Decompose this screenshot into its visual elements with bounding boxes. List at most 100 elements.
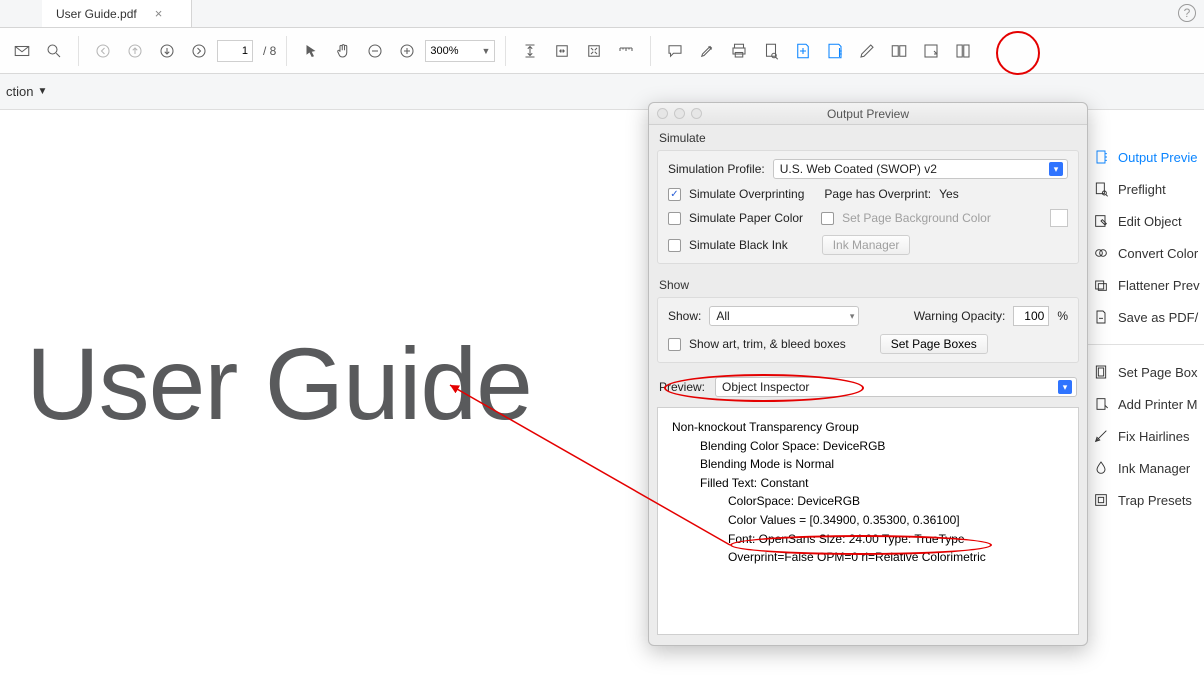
window-controls[interactable] bbox=[657, 108, 702, 119]
tab-title: User Guide.pdf bbox=[56, 7, 137, 21]
trap-presets-icon bbox=[1092, 491, 1110, 509]
page-heading: User Guide bbox=[26, 326, 532, 443]
preflight-icon bbox=[1092, 180, 1110, 198]
tool-preflight[interactable]: Preflight bbox=[1092, 180, 1204, 198]
fit-height-icon[interactable] bbox=[516, 37, 544, 65]
sim-paper-checkbox[interactable] bbox=[668, 212, 681, 225]
sim-paper-label: Simulate Paper Color bbox=[689, 211, 803, 225]
inspector-line: Blending Mode is Normal bbox=[672, 455, 1064, 474]
tool-edit-object[interactable]: Edit Object bbox=[1092, 212, 1204, 230]
fit-width-icon[interactable] bbox=[548, 37, 576, 65]
zoom-out-icon[interactable] bbox=[361, 37, 389, 65]
page-number-input[interactable] bbox=[217, 40, 253, 62]
sim-profile-label: Simulation Profile: bbox=[668, 162, 765, 176]
simulate-heading: Simulate bbox=[649, 125, 1087, 147]
warning-unit: % bbox=[1057, 309, 1068, 323]
print-icon[interactable] bbox=[725, 37, 753, 65]
warning-opacity-input[interactable] bbox=[1013, 306, 1049, 326]
inspector-line: Overprint=False OPM=0 ri=Relative Colori… bbox=[672, 548, 1064, 567]
inspector-line: Non-knockout Transparency Group bbox=[672, 418, 1064, 437]
tool-trap-presets[interactable]: Trap Presets bbox=[1092, 491, 1204, 509]
ink-manager-icon bbox=[1092, 459, 1110, 477]
export-icon[interactable] bbox=[917, 37, 945, 65]
simulate-group: Simulation Profile: U.S. Web Coated (SWO… bbox=[657, 150, 1079, 264]
envelope-icon[interactable] bbox=[8, 37, 36, 65]
output-preview-panel: Output Preview Simulate Simulation Profi… bbox=[648, 102, 1088, 646]
page-count: / 8 bbox=[263, 44, 276, 58]
sim-black-checkbox[interactable] bbox=[668, 239, 681, 252]
compare-icon[interactable] bbox=[885, 37, 913, 65]
panel-titlebar[interactable]: Output Preview bbox=[649, 103, 1087, 125]
document-tab[interactable]: User Guide.pdf × bbox=[42, 0, 192, 27]
right-tools-list: Output Previe Preflight Edit Object Conv… bbox=[1092, 148, 1204, 509]
set-bg-checkbox bbox=[821, 212, 834, 225]
tool-add-printer-marks[interactable]: Add Printer M bbox=[1092, 395, 1204, 413]
tool-convert-colors[interactable]: Convert Color bbox=[1092, 244, 1204, 262]
tool-output-preview[interactable]: Output Previe bbox=[1092, 148, 1204, 166]
panel-title: Output Preview bbox=[827, 107, 909, 121]
comment-icon[interactable] bbox=[661, 37, 689, 65]
first-page-icon[interactable] bbox=[89, 37, 117, 65]
highlight-icon[interactable] bbox=[693, 37, 721, 65]
document-viewport: User Guide Output Previe Preflight Edit … bbox=[0, 110, 1204, 679]
page-boxes-icon bbox=[1092, 363, 1110, 381]
next-page-icon[interactable] bbox=[153, 37, 181, 65]
zoom-in-icon[interactable] bbox=[393, 37, 421, 65]
output-preview-icon bbox=[1092, 148, 1110, 166]
show-label: Show: bbox=[668, 309, 701, 323]
tool-flattener[interactable]: Flattener Prev bbox=[1092, 276, 1204, 294]
convert-colors-icon bbox=[1092, 244, 1110, 262]
toolbar: / 8 300%▼ bbox=[0, 28, 1204, 74]
search-doc-icon[interactable] bbox=[757, 37, 785, 65]
printer-marks-icon bbox=[1092, 395, 1110, 413]
sim-profile-select[interactable]: U.S. Web Coated (SWOP) v2▾ bbox=[773, 159, 1068, 179]
tab-bar: User Guide.pdf × ? bbox=[0, 0, 1204, 28]
tool-fix-hairlines[interactable]: Fix Hairlines bbox=[1092, 427, 1204, 445]
hand-tool-icon[interactable] bbox=[329, 37, 357, 65]
subbar-fragment[interactable]: ction bbox=[6, 84, 33, 99]
show-art-checkbox[interactable] bbox=[668, 338, 681, 351]
bg-color-swatch bbox=[1050, 209, 1068, 227]
sim-black-label: Simulate Black Ink bbox=[689, 238, 788, 252]
organize-icon[interactable] bbox=[949, 37, 977, 65]
last-page-icon[interactable] bbox=[185, 37, 213, 65]
tool-save-as-pdf[interactable]: Save as PDF/ bbox=[1092, 308, 1204, 326]
show-select[interactable]: All▾ bbox=[709, 306, 859, 326]
sim-overprint-label: Simulate Overprinting bbox=[689, 187, 804, 201]
warning-opacity-label: Warning Opacity: bbox=[914, 309, 1006, 323]
inspector-line: Filled Text: Constant bbox=[672, 474, 1064, 493]
show-art-label: Show art, trim, & bleed boxes bbox=[689, 337, 846, 351]
inspector-line: ColorSpace: DeviceRGB bbox=[672, 492, 1064, 511]
zoom-select[interactable]: 300%▼ bbox=[425, 40, 495, 62]
inspector-line: Blending Color Space: DeviceRGB bbox=[672, 437, 1064, 456]
preview-label: Preview: bbox=[659, 380, 705, 394]
close-icon[interactable]: × bbox=[155, 6, 163, 21]
ink-manager-button: Ink Manager bbox=[822, 235, 911, 255]
inspector-line: Font: OpenSans Size: 24.00 Type: TrueTyp… bbox=[672, 530, 1064, 549]
flattener-icon bbox=[1092, 276, 1110, 294]
measure-icon[interactable] bbox=[612, 37, 640, 65]
preflight-tool-icon[interactable] bbox=[789, 37, 817, 65]
edit-object-small-icon bbox=[1092, 212, 1110, 230]
output-preview-tool-icon[interactable] bbox=[821, 37, 849, 65]
inspector-line: Color Values = [0.34900, 0.35300, 0.3610… bbox=[672, 511, 1064, 530]
show-group: Show: All▾ Warning Opacity: % Show art, … bbox=[657, 297, 1079, 363]
save-pdf-icon bbox=[1092, 308, 1110, 326]
page-has-overprint-label: Page has Overprint: bbox=[824, 187, 931, 201]
search-icon[interactable] bbox=[40, 37, 68, 65]
set-page-boxes-button[interactable]: Set Page Boxes bbox=[880, 334, 988, 354]
hairlines-icon bbox=[1092, 427, 1110, 445]
chevron-down-icon[interactable]: ▼ bbox=[37, 86, 47, 97]
prev-page-icon[interactable] bbox=[121, 37, 149, 65]
select-tool-icon[interactable] bbox=[297, 37, 325, 65]
help-icon[interactable]: ? bbox=[1178, 4, 1196, 22]
tool-ink-manager[interactable]: Ink Manager bbox=[1092, 459, 1204, 477]
show-heading: Show bbox=[649, 272, 1087, 294]
edit-object-icon[interactable] bbox=[853, 37, 881, 65]
tool-set-page-boxes[interactable]: Set Page Box bbox=[1092, 363, 1204, 381]
fit-page-icon[interactable] bbox=[580, 37, 608, 65]
sim-overprint-checkbox[interactable]: ✓ bbox=[668, 188, 681, 201]
object-inspector: Non-knockout Transparency Group Blending… bbox=[657, 407, 1079, 635]
preview-select[interactable]: Object Inspector▾ bbox=[715, 377, 1077, 397]
set-bg-label: Set Page Background Color bbox=[842, 211, 991, 225]
